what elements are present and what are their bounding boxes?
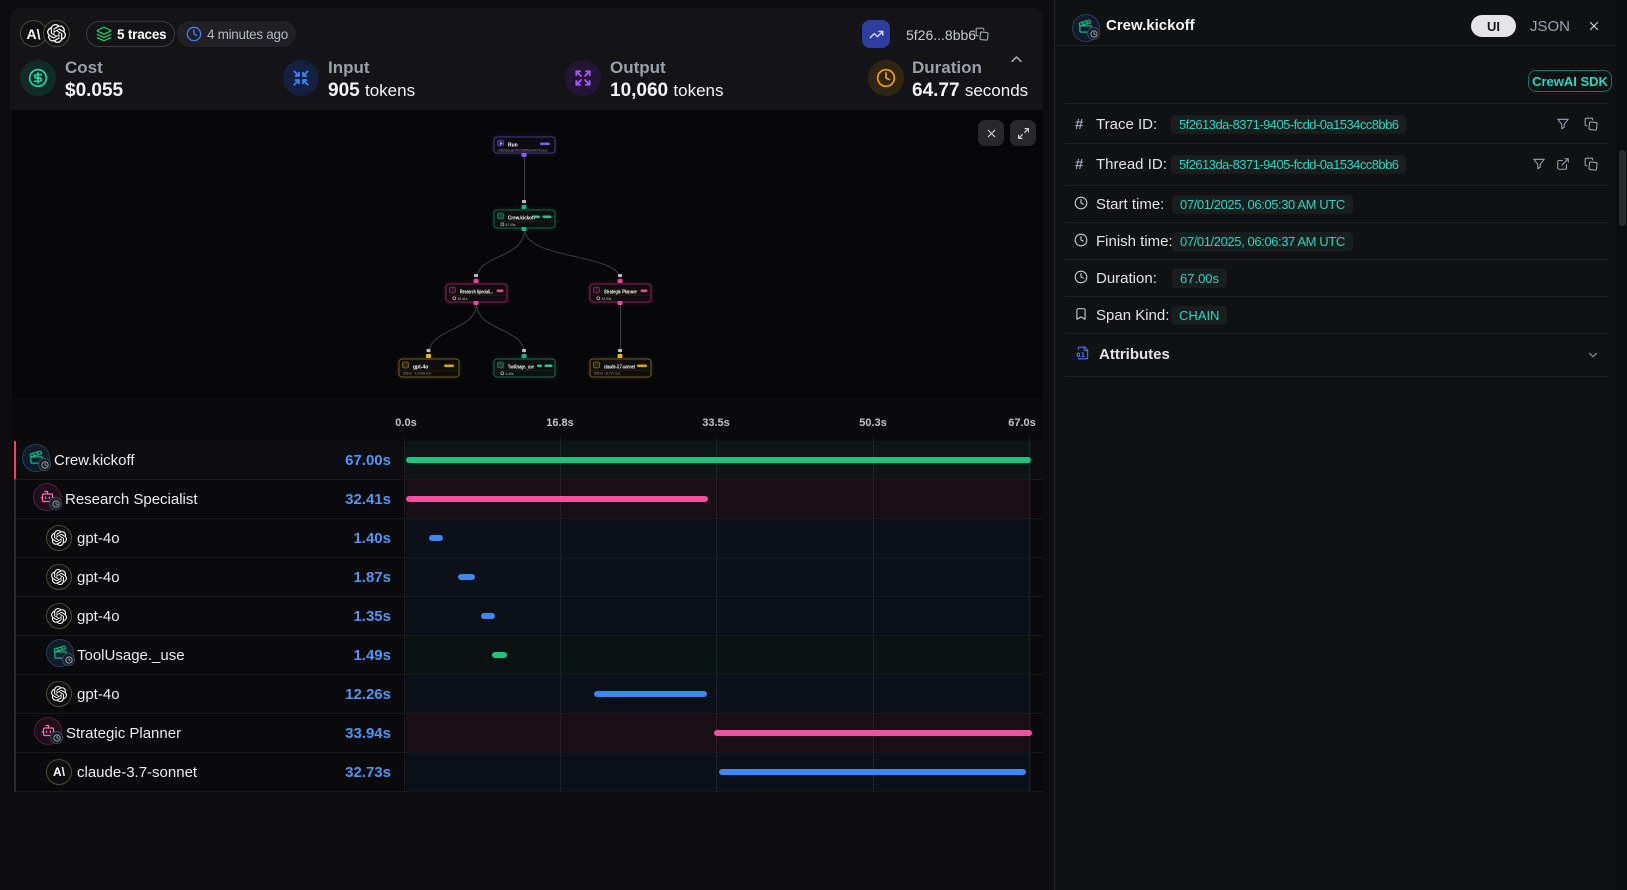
- svg-text:gpt-4o: gpt-4o: [413, 365, 428, 371]
- svg-text:c08e62ecab1f4c5b8ff6e2a9c41tra: c08e62ecab1f4c5b8ff6e2a9c41trace: [498, 148, 548, 152]
- svg-text:Research Speciali...: Research Speciali...: [460, 290, 493, 296]
- svg-text:905 in · 10,060 out: 905 in · 10,060 out: [403, 372, 431, 376]
- svg-text:1.49s: 1.49s: [506, 372, 514, 376]
- svg-text:905 in · 8,777 out: 905 in · 8,777 out: [594, 372, 620, 376]
- svg-text:claude-3.7-sonnet: claude-3.7-sonnet: [604, 365, 635, 371]
- svg-text:Crew.kickoff: Crew.kickoff: [508, 216, 535, 222]
- svg-text:32.41s: 32.41s: [458, 297, 468, 301]
- svg-text:Strategic Planner: Strategic Planner: [604, 290, 637, 296]
- svg-text:33.94s: 33.94s: [602, 297, 612, 301]
- svg-text:67.00s: 67.00s: [506, 223, 516, 227]
- svg-text:ToolUsage._use: ToolUsage._use: [508, 365, 534, 371]
